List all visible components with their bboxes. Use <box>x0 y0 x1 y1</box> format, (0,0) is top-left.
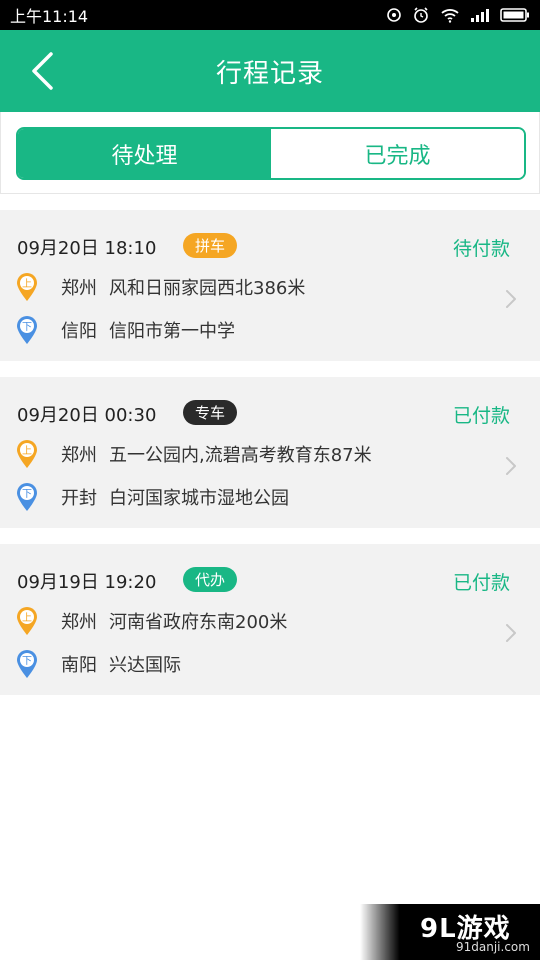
pickup-address: 风和日丽家园西北386米 <box>109 278 306 299</box>
wifi-icon <box>441 9 459 23</box>
app-header: 行程记录 <box>0 30 540 112</box>
trip-status: 已付款 <box>452 572 510 594</box>
back-button[interactable] <box>22 50 62 92</box>
chevron-right-icon <box>506 624 516 642</box>
dropoff-marker-text: 下 <box>22 489 32 500</box>
tab-pending[interactable]: 待处理 <box>18 129 271 178</box>
status-time: 上午11:14 <box>10 7 89 26</box>
dropoff-city: 信阳 <box>61 321 97 342</box>
trip-status: 已付款 <box>452 405 510 427</box>
trip-card[interactable]: 09月20日 00:30 专车 已付款 上 郑州 五一公园内,流碧高考教育东87… <box>0 377 540 528</box>
dropoff-pin-icon: 下 <box>17 316 37 344</box>
signal-icon <box>471 9 489 22</box>
pickup-marker-text: 上 <box>22 445 32 457</box>
dropoff-address: 信阳市第一中学 <box>109 321 235 342</box>
battery-icon <box>500 8 529 22</box>
pickup-pin-icon: 上 <box>17 607 37 635</box>
status-bar: 上午11:14 <box>0 0 540 30</box>
trip-type-badge: 拼车 <box>183 233 238 258</box>
pickup-pin-icon: 上 <box>17 273 37 301</box>
trip-type-badge: 专车 <box>183 400 238 425</box>
trip-time: 09月19日 19:20 <box>17 572 157 593</box>
segmented-tabs: 待处理 已完成 <box>16 127 526 180</box>
dropoff-pin-icon: 下 <box>17 483 37 511</box>
pickup-pin-icon: 上 <box>17 440 37 468</box>
pickup-city: 郑州 <box>61 278 97 299</box>
trip-status: 待付款 <box>452 238 510 260</box>
page-title: 行程记录 <box>215 58 324 89</box>
dropoff-city: 南阳 <box>61 655 97 676</box>
chevron-right-icon <box>506 457 516 475</box>
location-icon <box>387 8 401 22</box>
dropoff-marker-text: 下 <box>22 322 32 333</box>
dropoff-pin-icon: 下 <box>17 650 37 678</box>
pickup-address: 五一公园内,流碧高考教育东87米 <box>109 445 372 466</box>
pickup-marker-text: 上 <box>22 612 32 624</box>
dropoff-row: 下 信阳 信阳市第一中学 <box>15 315 235 345</box>
watermark: 9L游戏 91danji.com <box>360 904 540 960</box>
pickup-row: 上 郑州 风和日丽家园西北386米 <box>15 272 305 302</box>
pickup-city: 郑州 <box>61 612 97 633</box>
pickup-city: 郑州 <box>61 445 97 466</box>
alarm-icon <box>414 7 428 23</box>
dropoff-row: 下 开封 白河国家城市湿地公园 <box>15 482 289 512</box>
dropoff-address: 兴达国际 <box>109 655 181 676</box>
chevron-left-icon <box>32 52 53 90</box>
trip-card[interactable]: 09月20日 18:10 拼车 待付款 上 郑州 风和日丽家园西北386米 下 … <box>0 210 540 361</box>
pickup-row: 上 郑州 河南省政府东南200米 <box>15 606 287 636</box>
tab-completed[interactable]: 已完成 <box>271 129 524 178</box>
watermark-url: 91danji.com <box>456 940 530 954</box>
status-icons <box>386 6 530 24</box>
dropoff-row: 下 南阳 兴达国际 <box>15 649 181 679</box>
chevron-right-icon <box>506 290 516 308</box>
pickup-row: 上 郑州 五一公园内,流碧高考教育东87米 <box>15 439 372 469</box>
trip-time: 09月20日 18:10 <box>17 238 157 259</box>
dropoff-city: 开封 <box>61 488 97 509</box>
trip-card[interactable]: 09月19日 19:20 代办 已付款 上 郑州 河南省政府东南200米 下 南… <box>0 544 540 695</box>
trip-time: 09月20日 00:30 <box>17 405 157 426</box>
trip-type-badge: 代办 <box>183 567 238 592</box>
dropoff-marker-text: 下 <box>22 656 32 667</box>
dropoff-address: 白河国家城市湿地公园 <box>109 488 289 509</box>
tabs-container: 待处理 已完成 <box>0 112 540 194</box>
pickup-address: 河南省政府东南200米 <box>109 612 288 633</box>
pickup-marker-text: 上 <box>22 278 32 290</box>
